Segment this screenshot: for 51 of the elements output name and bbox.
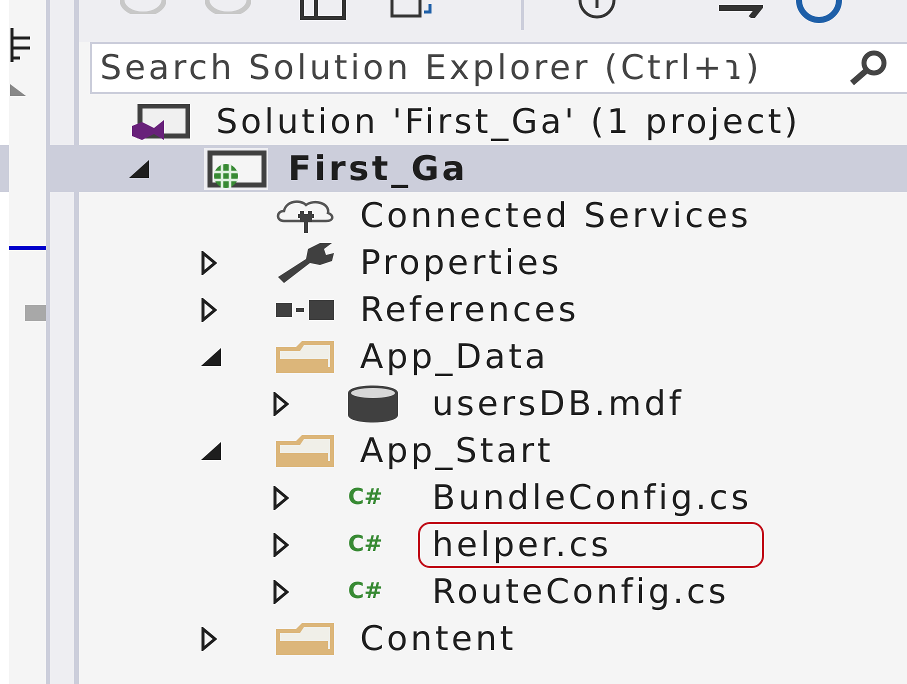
scroll-thumb <box>25 305 46 321</box>
folder-icon <box>276 340 334 372</box>
expanded-arrow-icon[interactable] <box>129 160 149 178</box>
tree-item[interactable]: C# helper.cs <box>0 521 907 568</box>
collapsed-arrow-icon[interactable] <box>201 298 217 322</box>
folder-icon <box>276 434 334 466</box>
active-indicator <box>9 246 46 250</box>
tree-item[interactable]: Properties <box>0 239 907 286</box>
tree-item[interactable]: C# RouteConfig.cs <box>0 568 907 615</box>
expanded-arrow-icon[interactable] <box>201 348 221 366</box>
tree-item-label: usersDB.mdf <box>431 382 685 426</box>
tree-item[interactable]: usersDB.mdf <box>0 380 907 427</box>
collapsed-arrow-icon[interactable] <box>273 532 289 556</box>
tree-item-label: Solution 'First_Ga' (1 project) <box>215 100 802 144</box>
folder-icon <box>276 622 334 654</box>
tree-item[interactable]: Content <box>0 615 907 662</box>
expanded-arrow-icon[interactable] <box>201 442 221 460</box>
collapsed-arrow-icon[interactable] <box>273 580 289 604</box>
collapsed-arrow-icon[interactable] <box>201 250 217 274</box>
solution-icon <box>132 104 190 140</box>
tree-item[interactable]: Connected Services <box>0 192 907 239</box>
wrench-icon <box>276 242 334 282</box>
references-icon <box>276 300 334 320</box>
tree-item-label: helper.cs <box>418 522 764 568</box>
collapsed-arrow-icon[interactable] <box>201 626 217 650</box>
tree-item-label: App_Start <box>359 430 554 472</box>
database-icon <box>348 384 398 422</box>
cloud-plug-icon <box>276 198 334 232</box>
tree-item-label: BundleConfig.cs <box>431 476 753 520</box>
tree-item[interactable]: References <box>0 286 907 333</box>
csharp-file-icon: C# <box>348 580 406 602</box>
triangle-icon <box>10 84 26 96</box>
collapsed-arrow-icon[interactable] <box>273 486 289 510</box>
search-icon[interactable] <box>849 50 889 86</box>
web-project-icon <box>204 148 268 190</box>
tree-item-label: App_Data <box>359 336 550 378</box>
tree-item-label: References <box>359 288 580 332</box>
tree-item[interactable]: Solution 'First_Ga' (1 project) <box>0 98 907 145</box>
csharp-file-icon: C# <box>348 534 406 556</box>
csharp-file-icon: C# <box>348 486 406 508</box>
tree-item-label: Properties <box>359 242 563 284</box>
tree-item-label: RouteConfig.cs <box>431 570 730 614</box>
collapsed-arrow-icon[interactable] <box>273 392 289 416</box>
tree-item[interactable]: First_Ga <box>0 145 907 192</box>
tree-item-label: Content <box>359 618 518 660</box>
tree-item[interactable]: App_Data <box>0 333 907 380</box>
tree-item-label: First_Ga <box>287 148 469 190</box>
search-field[interactable]: Search Solution Explorer (Ctrl+ɿ) <box>90 42 907 94</box>
tree-item-label: Connected Services <box>359 194 752 238</box>
tree-item[interactable]: App_Start <box>0 427 907 474</box>
tree-item[interactable]: C# BundleConfig.cs <box>0 474 907 521</box>
